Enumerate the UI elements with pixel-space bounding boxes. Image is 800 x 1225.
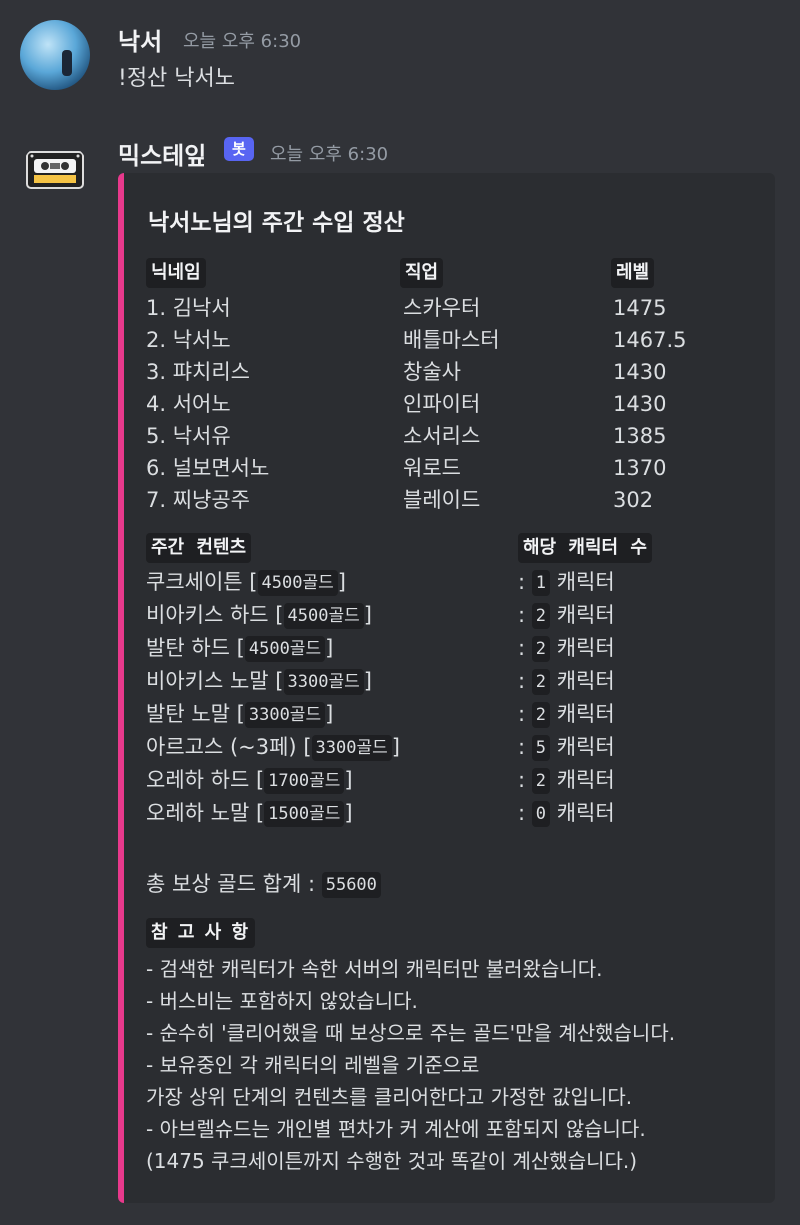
content-name: 비아키스 하드 bbox=[146, 603, 269, 627]
character-level: 1467.5 bbox=[613, 328, 687, 352]
content-name: 쿠크세이튼 bbox=[146, 570, 243, 594]
note-line: - 아브렐슈드는 개인별 편차가 커 계산에 포함되지 않습니다. bbox=[146, 1117, 646, 1141]
character-job: 워로드 bbox=[403, 456, 461, 480]
content-count-row: : 2 캐릭터 bbox=[518, 603, 615, 629]
character-job: 배틀마스터 bbox=[403, 328, 500, 352]
content-count-row: : 2 캐릭터 bbox=[518, 702, 615, 728]
content-count-row: : 2 캐릭터 bbox=[518, 669, 615, 695]
character-level: 302 bbox=[613, 488, 654, 512]
content-name: 오레하 하드 bbox=[146, 768, 250, 792]
note-line: - 순수히 '클리어했을 때 보상으로 주는 골드'만을 계산했습니다. bbox=[146, 1021, 676, 1045]
content-count: 2 bbox=[531, 768, 551, 794]
content-gold: 3300골드 bbox=[244, 702, 326, 728]
note-line: (1475 쿠크세이튼까지 수행한 것과 똑같이 계산했습니다.) bbox=[146, 1149, 638, 1173]
character-level: 1430 bbox=[613, 392, 667, 416]
content-count-unit: 캐릭터 bbox=[556, 735, 615, 759]
character-level: 1430 bbox=[613, 360, 667, 384]
content-gold: 1700골드 bbox=[264, 768, 345, 794]
content-row: 발탄 하드 [4500골드] bbox=[146, 636, 334, 662]
header-character-count: 해당 캐릭터 수 bbox=[518, 533, 652, 563]
content-count: 2 bbox=[531, 636, 551, 662]
content-row: 발탄 노말 [3300골드] bbox=[146, 702, 334, 728]
content-count-unit: 캐릭터 bbox=[556, 702, 615, 726]
note-line: - 버스비는 포함하지 않았습니다. bbox=[146, 989, 418, 1013]
content-count-unit: 캐릭터 bbox=[556, 768, 615, 792]
content-count: 2 bbox=[531, 669, 551, 695]
character-name: 2. 낙서노 bbox=[146, 328, 231, 352]
character-job: 창술사 bbox=[403, 360, 461, 384]
content-count: 5 bbox=[531, 735, 551, 761]
content-row: 오레하 하드 [1700골드] bbox=[146, 768, 353, 794]
content-count-unit: 캐릭터 bbox=[556, 669, 615, 693]
content-count-unit: 캐릭터 bbox=[556, 603, 615, 627]
character-job: 블레이드 bbox=[403, 488, 481, 512]
embed: 낙서노님의 주간 수입 정산 닉네임 직업 레벨 1. 김낙서 스카우터 147… bbox=[118, 173, 775, 1203]
content-count-unit: 캐릭터 bbox=[556, 636, 615, 660]
character-name: 7. 찌냥공주 bbox=[146, 488, 250, 512]
content-count-row: : 0 캐릭터 bbox=[518, 801, 615, 827]
content-count-unit: 캐릭터 bbox=[556, 570, 615, 594]
total-gold-value: 55600 bbox=[321, 872, 381, 898]
content-count-row: : 5 캐릭터 bbox=[518, 735, 615, 761]
header-level: 레벨 bbox=[611, 258, 655, 288]
content-count-unit: 캐릭터 bbox=[556, 801, 615, 825]
content-row: 쿠크세이튼 [4500골드] bbox=[146, 570, 346, 596]
message-author[interactable]: 믹스테잎 bbox=[118, 136, 206, 171]
character-job: 소서리스 bbox=[403, 424, 481, 448]
user-avatar[interactable] bbox=[20, 20, 90, 90]
content-count: 2 bbox=[531, 702, 551, 728]
character-name: 1. 김낙서 bbox=[146, 296, 231, 320]
character-name: 3. 퍄치리스 bbox=[146, 360, 250, 384]
content-gold: 3300골드 bbox=[311, 735, 392, 761]
embed-accent-bar bbox=[118, 173, 124, 1203]
note-line: - 검색한 캐릭터가 속한 서버의 캐릭터만 불러왔습니다. bbox=[146, 957, 603, 981]
character-job: 인파이터 bbox=[403, 392, 481, 416]
embed-title: 낙서노님의 주간 수입 정산 bbox=[148, 210, 405, 236]
note-line: 가장 상위 단계의 컨텐츠를 클리어한다고 가정한 값입니다. bbox=[146, 1085, 633, 1109]
content-name: 발탄 하드 bbox=[146, 636, 230, 660]
character-job: 스카우터 bbox=[403, 296, 481, 320]
character-name: 5. 낙서유 bbox=[146, 424, 231, 448]
content-row: 오레하 노말 [1500골드] bbox=[146, 801, 353, 827]
notes-header: 참 고 사 항 bbox=[146, 918, 256, 948]
content-gold: 4500골드 bbox=[244, 636, 326, 662]
total-gold-label: 총 보상 골드 합계 : bbox=[146, 872, 316, 896]
content-gold: 4500골드 bbox=[283, 603, 364, 629]
character-level: 1370 bbox=[613, 456, 667, 480]
content-gold: 4500골드 bbox=[257, 570, 338, 596]
content-name: 오레하 노말 bbox=[146, 801, 250, 825]
content-gold: 1500골드 bbox=[264, 801, 345, 827]
header-job: 직업 bbox=[400, 258, 444, 288]
content-name: 아르고스 (~3페) bbox=[146, 735, 297, 759]
message-author[interactable]: 낙서 bbox=[118, 22, 162, 57]
content-count-row: : 2 캐릭터 bbox=[518, 768, 615, 794]
note-line: - 보유중인 각 캐릭터의 레벨을 기준으로 bbox=[146, 1053, 480, 1077]
message-content: !정산 낙서노 bbox=[118, 66, 236, 91]
content-gold: 3300골드 bbox=[283, 669, 364, 695]
content-count-row: : 1 캐릭터 bbox=[518, 570, 615, 596]
bot-badge: 봇 bbox=[224, 137, 254, 161]
character-name: 6. 널보면서노 bbox=[146, 456, 270, 480]
character-name: 4. 서어노 bbox=[146, 392, 231, 416]
content-count-row: : 2 캐릭터 bbox=[518, 636, 615, 662]
content-row: 비아키스 노말 [3300골드] bbox=[146, 669, 372, 695]
header-nickname: 닉네임 bbox=[146, 258, 206, 288]
message-timestamp: 오늘 오후 6:30 bbox=[270, 144, 389, 165]
character-level: 1475 bbox=[613, 296, 667, 320]
content-count: 2 bbox=[531, 603, 551, 629]
content-count: 1 bbox=[531, 570, 551, 596]
content-row: 아르고스 (~3페) [3300골드] bbox=[146, 735, 400, 761]
message-timestamp: 오늘 오후 6:30 bbox=[183, 31, 302, 52]
header-weekly-content: 주간 컨텐츠 bbox=[146, 533, 252, 563]
cassette-tape-icon[interactable] bbox=[20, 140, 90, 210]
content-row: 비아키스 하드 [4500골드] bbox=[146, 603, 372, 629]
content-count: 0 bbox=[531, 801, 551, 827]
character-level: 1385 bbox=[613, 424, 667, 448]
total-gold-row: 총 보상 골드 합계 : 55600 bbox=[146, 870, 381, 898]
content-name: 발탄 노말 bbox=[146, 702, 230, 726]
content-name: 비아키스 노말 bbox=[146, 669, 269, 693]
